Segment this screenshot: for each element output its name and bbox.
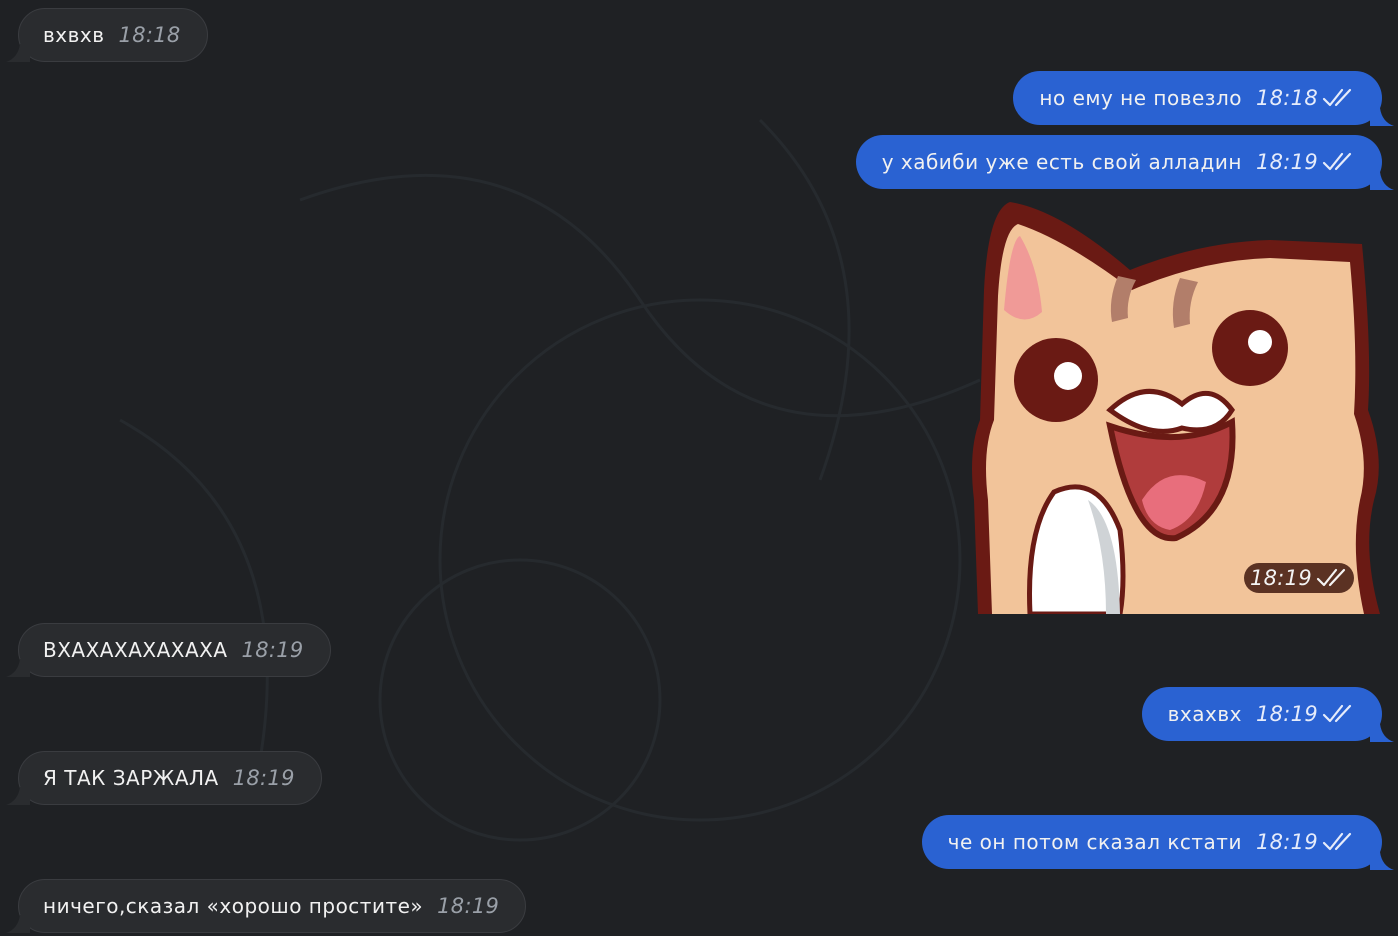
message-text: ничего,сказал «хорошо простите» — [43, 894, 424, 918]
message-bubble-outgoing[interactable]: че он потом сказал кстати 18:19 — [921, 815, 1394, 870]
message-time: 18:19 — [1249, 566, 1313, 590]
bubble-tail — [1370, 108, 1394, 126]
message-time: 18:19 — [1255, 150, 1318, 174]
message-time: 18:18 — [118, 23, 181, 47]
message-time: 18:19 — [1255, 702, 1318, 726]
message-bubble-outgoing[interactable]: но ему не повезло 18:18 — [1013, 71, 1394, 126]
bubble-tail — [6, 915, 30, 933]
message-text: но ему не повезло — [1039, 86, 1242, 110]
sticker-time-badge: 18:19 — [1244, 563, 1354, 593]
message-bubble-outgoing[interactable]: вхахвх 18:19 — [1141, 687, 1394, 742]
chat-history[interactable]: вхвхв 18:18 но ему не повезло 18:18 у ха… — [0, 0, 1398, 936]
double-check-icon — [1322, 152, 1352, 171]
message-bubble-incoming[interactable]: ничего,сказал «хорошо простите» 18:19 — [6, 879, 527, 933]
laughing-cat-sticker[interactable] — [970, 200, 1386, 614]
double-check-icon — [1322, 88, 1352, 107]
message-time: 18:19 — [1255, 830, 1318, 854]
message-text: Я ТАК ЗАРЖАЛА — [43, 766, 219, 790]
message-text: ВХАХАХАХАХАХА — [43, 638, 228, 662]
message-time: 18:18 — [1255, 86, 1318, 110]
bubble-tail — [6, 659, 30, 677]
double-check-icon — [1322, 832, 1352, 851]
sticker-eye-highlight — [1248, 330, 1272, 354]
message-text: че он потом сказал кстати — [947, 830, 1242, 854]
bubble-tail — [6, 44, 30, 62]
double-check-icon — [1316, 568, 1346, 587]
bubble-tail — [1370, 724, 1394, 742]
message-time: 18:19 — [232, 766, 295, 790]
message-text: у хабиби уже есть свой алладин — [881, 150, 1242, 174]
message-time: 18:19 — [241, 638, 304, 662]
message-text: вхвхв — [43, 23, 105, 47]
message-text: вхахвх — [1167, 702, 1242, 726]
bubble-tail — [1370, 172, 1394, 190]
message-bubble-incoming[interactable]: вхвхв 18:18 — [6, 8, 208, 62]
double-check-icon — [1322, 704, 1352, 723]
message-bubble-incoming[interactable]: Я ТАК ЗАРЖАЛА 18:19 — [6, 751, 322, 805]
bubble-tail — [1370, 852, 1394, 870]
message-bubble-incoming[interactable]: ВХАХАХАХАХАХА 18:19 — [6, 623, 331, 677]
sticker-eye-highlight — [1054, 362, 1082, 390]
bubble-tail — [6, 787, 30, 805]
message-time: 18:19 — [437, 894, 500, 918]
message-bubble-outgoing[interactable]: у хабиби уже есть свой алладин 18:19 — [855, 135, 1394, 190]
